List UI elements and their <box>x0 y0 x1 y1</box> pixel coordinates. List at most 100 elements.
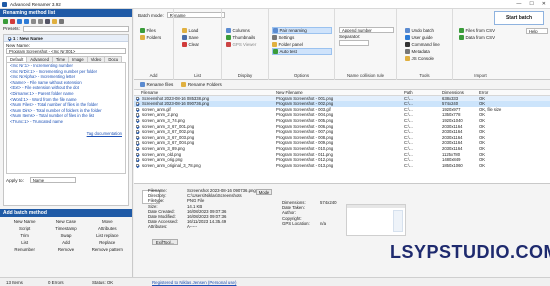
preview-sidebar <box>393 210 403 232</box>
col-path[interactable]: Path <box>404 90 442 95</box>
save-button[interactable]: Save <box>182 34 199 41</box>
gps-icon <box>226 42 231 47</box>
method-enabled-checkbox[interactable] <box>7 36 11 41</box>
minimize-button[interactable]: — <box>516 1 521 7</box>
js-console-label: JS Console <box>411 56 434 61</box>
table-row[interactable]: screen_anm_original_3_78.png Program Scre… <box>134 163 550 169</box>
row-checkbox[interactable] <box>135 158 139 162</box>
add-files-icon <box>140 28 145 33</box>
method-list[interactable]: List <box>4 240 45 245</box>
col-new-filename[interactable]: New Filename <box>276 90 404 95</box>
method-attributes[interactable]: Attributes <box>87 226 128 231</box>
group-tools-label: Tools <box>419 73 430 78</box>
copy-icon[interactable] <box>31 18 36 24</box>
group-tools: Undo batch User guide Command line Metad… <box>397 9 453 80</box>
method-move[interactable]: Move <box>87 219 128 224</box>
group-list: Load Save Clear List <box>174 9 222 80</box>
files-from-csv-button[interactable]: Files from CSV <box>459 27 495 34</box>
rename-folders-tab[interactable]: Rename Folders <box>181 82 222 87</box>
rename-files-label: Rename files <box>146 82 174 87</box>
down-icon[interactable] <box>24 18 29 24</box>
remove-icon[interactable] <box>10 18 15 24</box>
method-new-name[interactable]: New Name <box>4 219 45 224</box>
registration-link[interactable]: Registered to Niklas Jensen (Personal us… <box>146 280 242 285</box>
tag-documentation-link[interactable]: Tag documentation <box>7 131 125 137</box>
pair-renaming-toggle[interactable]: Pair renaming <box>272 27 332 34</box>
new-name-input[interactable]: Program Screenshot - <Inc Nr:001> <box>6 48 126 54</box>
gps-viewer-button[interactable]: GPS Viewer <box>226 41 256 48</box>
mode-button[interactable]: Mode <box>256 189 272 195</box>
row-checkbox[interactable] <box>135 96 139 100</box>
add-files-button[interactable]: Files <box>140 27 161 34</box>
metadata-button[interactable]: Metadata <box>405 48 440 55</box>
col-dimensions[interactable]: Dimensions <box>442 90 479 95</box>
load-button[interactable]: Load <box>182 27 199 34</box>
row-checkbox[interactable] <box>135 163 139 168</box>
tab-document[interactable]: Docu <box>104 56 123 62</box>
maximize-button[interactable]: ☐ <box>529 1 533 7</box>
save-icon[interactable] <box>45 18 50 24</box>
undo-batch-button[interactable]: Undo batch <box>405 27 440 34</box>
method-renumber[interactable]: Renumber <box>4 247 45 252</box>
method-new-case[interactable]: New Case <box>45 219 86 224</box>
tab-time[interactable]: Time <box>51 56 70 62</box>
command-line-button[interactable]: Command line <box>405 41 440 48</box>
method-trim[interactable]: Trim <box>4 233 45 238</box>
folder-panel-button[interactable]: Folder panel <box>272 41 332 48</box>
method-list-replace[interactable]: List replace <box>87 233 128 238</box>
up-icon[interactable] <box>17 18 22 24</box>
paste-icon[interactable] <box>38 18 43 24</box>
method-script[interactable]: Script <box>4 226 45 231</box>
group-display: Columns Thumbnails GPS Viewer Display <box>222 9 269 80</box>
rename-files-tab[interactable]: Rename files <box>140 82 173 87</box>
tab-default[interactable]: Default <box>6 56 28 62</box>
pair-renaming-label: Pair renaming <box>279 28 307 33</box>
settings-icon[interactable] <box>59 18 64 24</box>
method-add[interactable]: Add <box>45 240 86 245</box>
add-icon[interactable] <box>3 18 8 24</box>
js-console-button[interactable]: JS Console <box>405 55 440 62</box>
row-checkbox[interactable] <box>135 124 139 128</box>
apply-to-dropdown[interactable]: Name <box>29 177 76 183</box>
col-error[interactable]: Error <box>479 90 532 95</box>
row-checkbox[interactable] <box>135 107 139 112</box>
row-checkbox[interactable] <box>135 130 139 134</box>
col-filename[interactable]: Filename <box>141 90 276 95</box>
help-dropdown[interactable]: Help <box>526 28 548 34</box>
close-button[interactable]: ✕ <box>542 1 546 7</box>
preview-titlebar <box>347 205 405 208</box>
separator-input[interactable] <box>339 40 369 46</box>
row-checkbox[interactable] <box>135 102 139 106</box>
method-remove[interactable]: Remove <box>45 247 86 252</box>
clear-button[interactable]: Clear <box>182 41 199 48</box>
tag-item[interactable]: <Trunc:1> - Truncated name <box>7 119 125 125</box>
method-grid: New Name New Case Move Script Timestamp … <box>0 217 132 254</box>
row-checkbox[interactable] <box>135 118 139 123</box>
info-panel: Filename: Directory: Filetype: Size: Date Cr… <box>134 184 550 277</box>
user-guide-button[interactable]: User guide <box>405 34 440 41</box>
tab-advanced[interactable]: Advanced <box>26 56 53 62</box>
method-replace[interactable]: Replace <box>87 240 128 245</box>
auto-test-toggle[interactable]: Auto test <box>272 48 332 55</box>
method-timestamp[interactable]: Timestamp <box>45 226 86 231</box>
tab-image[interactable]: Image <box>68 56 88 62</box>
collision-rule-dropdown[interactable]: Append number <box>339 27 394 33</box>
columns-button[interactable]: Columns <box>226 27 256 34</box>
thumbnails-button[interactable]: Thumbnails <box>226 34 256 41</box>
presets-dropdown[interactable] <box>22 25 129 32</box>
row-checkbox[interactable] <box>135 135 139 140</box>
image-preview <box>346 204 406 236</box>
method-swap[interactable]: Swap <box>45 233 86 238</box>
row-checkbox[interactable] <box>135 146 139 151</box>
add-files-label: Files <box>146 28 156 33</box>
row-checkbox[interactable] <box>135 141 139 145</box>
tab-video[interactable]: Video <box>86 56 106 62</box>
method-remove-pattern[interactable]: Remove pattern <box>87 247 128 252</box>
add-folders-button[interactable]: Folders <box>140 34 161 41</box>
settings-button[interactable]: Settings <box>272 34 332 41</box>
data-from-csv-button[interactable]: Data from CSV <box>459 34 495 41</box>
exiftool-button[interactable]: ExifTool... <box>152 239 178 245</box>
folder-icon[interactable] <box>52 18 57 24</box>
row-checkbox[interactable] <box>135 152 139 156</box>
row-checkbox[interactable] <box>135 113 139 117</box>
